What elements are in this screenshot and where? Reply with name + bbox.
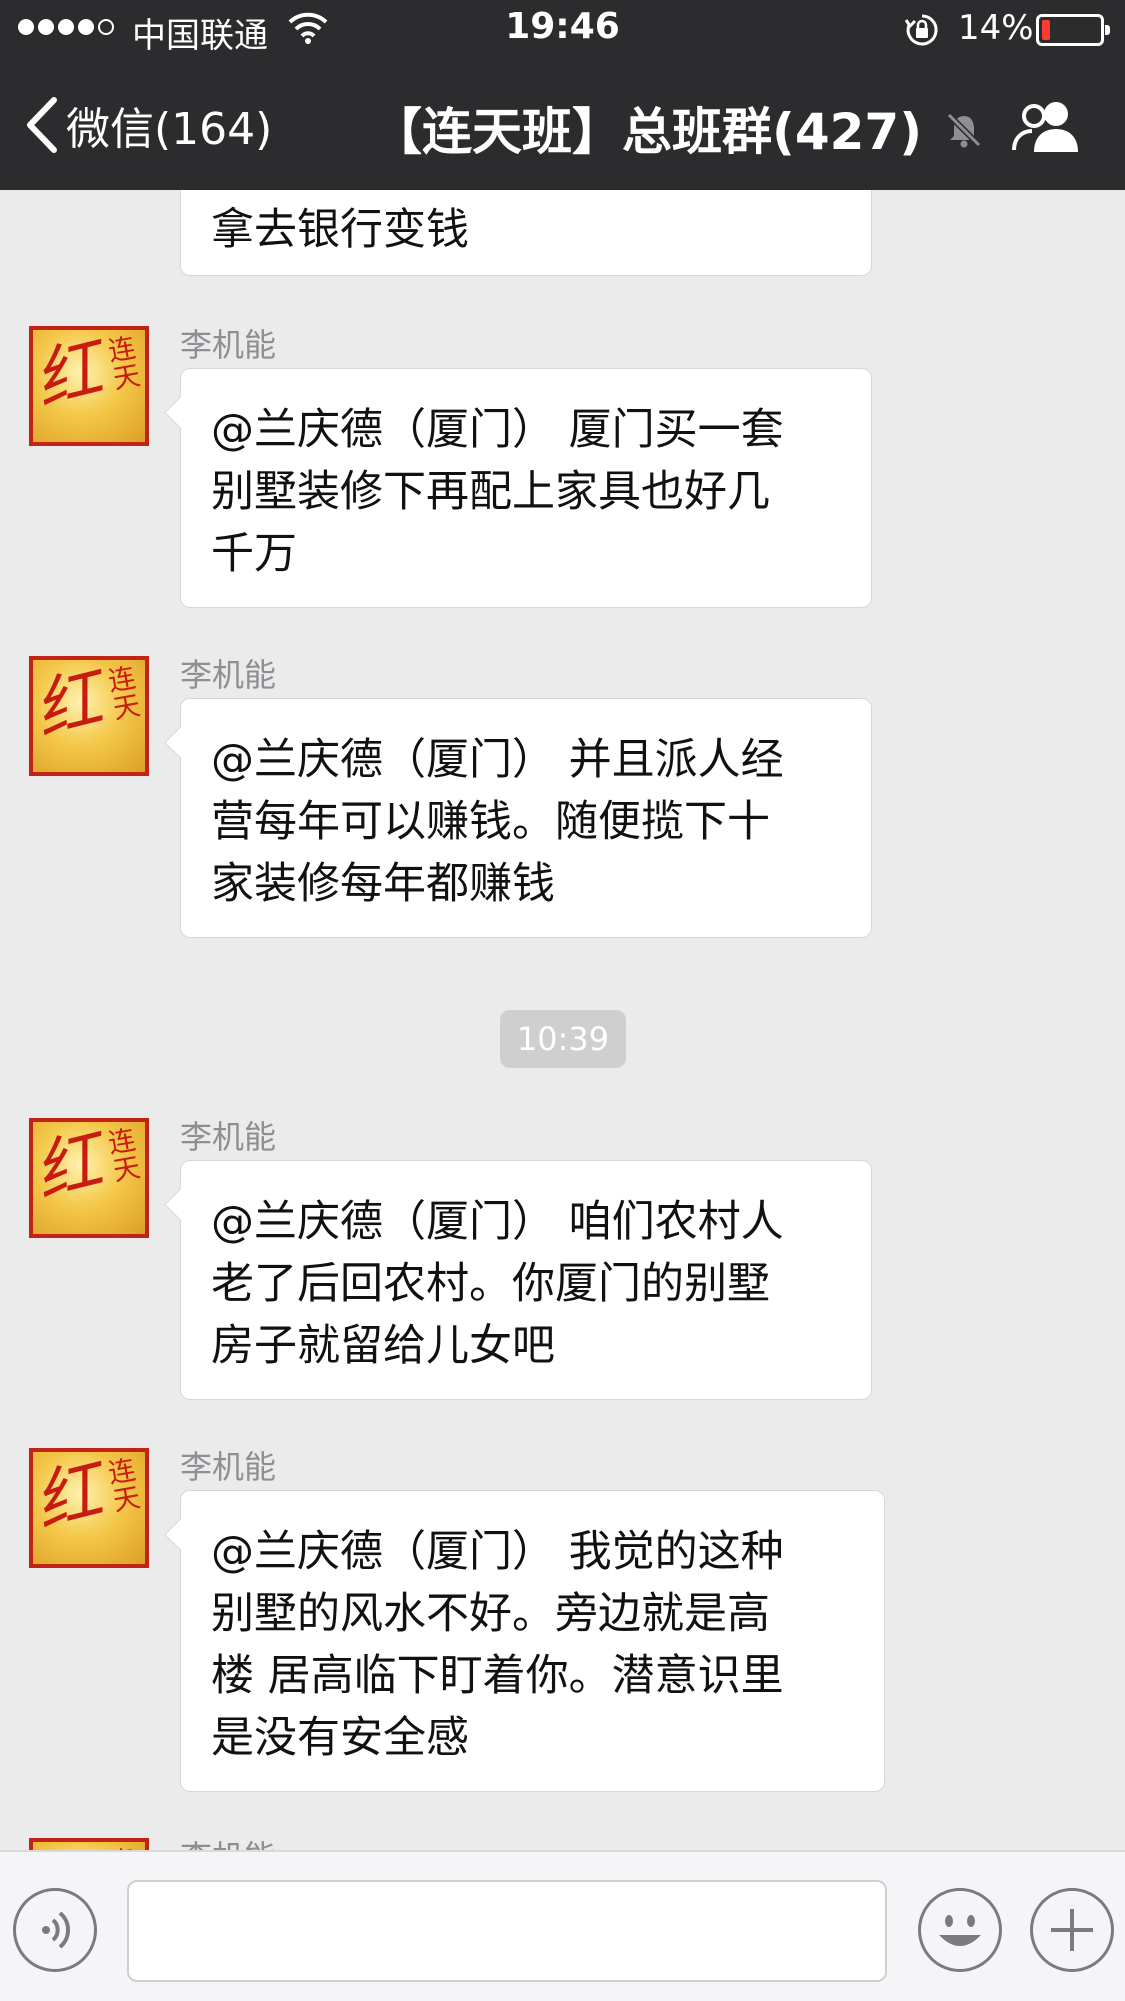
clock: 19:46 (505, 6, 620, 47)
more-button[interactable] (1030, 1888, 1114, 1972)
chat-title: 【连天班】总班群(427) (372, 103, 923, 161)
top-bar: 中国联通 19:46 14% 微信(164) 【连天班】总班群(427) (0, 0, 1125, 190)
rotation-lock-icon (904, 14, 938, 46)
input-bar (0, 1850, 1125, 2001)
message-text: 拿去银行变钱 (211, 205, 469, 255)
time-divider: 10:39 (500, 1010, 626, 1068)
emoji-icon (939, 1915, 981, 1946)
avatar[interactable]: 红 连天 (27, 1118, 149, 1238)
message-line: @兰庆德（厦门） 咱们农村人 (211, 1197, 784, 1247)
battery-icon (1036, 14, 1110, 46)
message-bubble[interactable]: @兰庆德（厦门） 咱们农村人 老了后回农村。你厦门的别墅 房子就留给儿女吧 (180, 1160, 872, 1400)
sender-name: 李机能 (180, 1832, 276, 1850)
status-bar: 中国联通 19:46 14% (0, 0, 1125, 60)
battery-percent: 14% (958, 8, 1034, 48)
avatar[interactable]: 红 连天 (27, 326, 149, 446)
sender-name: 李机能 (180, 1118, 277, 1156)
chevron-left-icon (27, 97, 57, 153)
message-line: 别墅装修下再配上家具也好几 (211, 467, 770, 517)
avatar[interactable]: 红 连天 (27, 1448, 149, 1568)
sender-name: 李机能 (180, 656, 277, 694)
sender-name: 李机能 (180, 1448, 277, 1486)
message-line: 老了后回农村。你厦门的别墅 (211, 1259, 770, 1309)
back-button[interactable]: 微信(164) (24, 90, 272, 160)
message-line: 别墅的风水不好。旁边就是高 (211, 1589, 770, 1639)
message-line: 千万 (211, 529, 297, 579)
message-bubble-partial[interactable]: 拿去银行变钱 (180, 190, 872, 276)
message-line: 家装修每年都赚钱 (211, 859, 555, 909)
message-line: @兰庆德（厦门） 厦门买一套 (211, 405, 784, 455)
message-line: 是没有安全感 (211, 1713, 469, 1763)
message-bubble[interactable]: @兰庆德（厦门） 并且派人经 营每年可以赚钱。随便揽下十 家装修每年都赚钱 (180, 698, 872, 938)
message-line: 营每年可以赚钱。随便揽下十 (211, 797, 770, 847)
sender-name: 李机能 (180, 326, 277, 364)
message-line: 楼 居高临下盯着你。潜意识里 (211, 1651, 784, 1701)
emoji-button[interactable] (918, 1888, 1002, 1972)
voice-button[interactable] (13, 1888, 97, 1972)
back-label: 微信(164) (66, 104, 273, 155)
chat-area[interactable]: 拿去银行变钱 红 连天 李机能 @兰庆德（厦门） 厦门买一套 别墅装修下再配上家… (0, 190, 1125, 1850)
voice-icon (42, 1911, 71, 1949)
group-members-icon[interactable] (1010, 98, 1086, 154)
message-line: 房子就留给儿女吧 (211, 1321, 555, 1371)
message-bubble[interactable]: @兰庆德（厦门） 我觉的这种 别墅的风水不好。旁边就是高 楼 居高临下盯着你。潜… (180, 1490, 885, 1792)
plus-icon (1051, 1909, 1093, 1951)
mute-bell-icon (946, 112, 982, 148)
navigation-bar: 微信(164) 【连天班】总班群(427) (0, 60, 1125, 190)
message-line: @兰庆德（厦门） 我觉的这种 (211, 1527, 784, 1577)
avatar[interactable]: 红 连天 (27, 656, 149, 776)
message-bubble[interactable]: @兰庆德（厦门） 厦门买一套 别墅装修下再配上家具也好几 千万 (180, 368, 872, 608)
message-line: @兰庆德（厦门） 并且派人经 (211, 735, 784, 785)
message-input[interactable] (127, 1880, 887, 1982)
avatar[interactable]: 红 连天 (27, 1838, 149, 1850)
